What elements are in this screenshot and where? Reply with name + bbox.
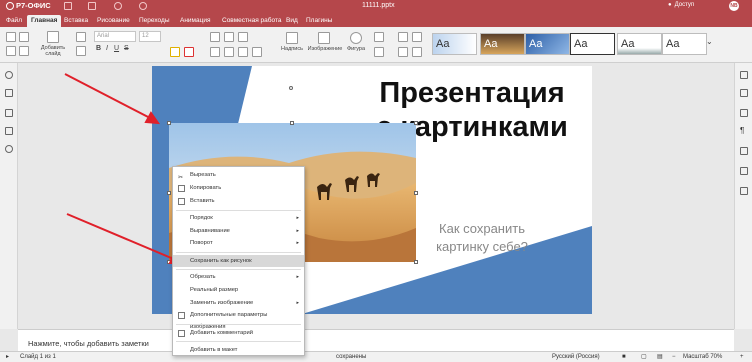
- menu-separator: [176, 324, 301, 325]
- menu-item-save-as-picture[interactable]: Сохранить как рисунок: [173, 255, 304, 267]
- image-settings-icon: [178, 312, 185, 319]
- menu-item-actual-size[interactable]: Реальный размер: [173, 284, 304, 296]
- fit-slide-icon[interactable]: ▢: [641, 352, 647, 362]
- comment-icon: [178, 330, 185, 337]
- menu-item-crop[interactable]: Обрезать ▸: [173, 271, 304, 283]
- copy-icon: [178, 185, 185, 192]
- menu-item-rotate[interactable]: Поворот ▸: [173, 237, 304, 249]
- menu-item-add-to-layout[interactable]: Добавить в макет: [173, 344, 304, 356]
- spellcheck-icon[interactable]: ■: [622, 352, 626, 362]
- menu-item-copy[interactable]: Копировать: [173, 182, 304, 194]
- annotation-arrows: [64, 73, 185, 264]
- notes-field[interactable]: Нажмите, чтобы добавить заметки: [18, 329, 734, 351]
- slide-counter: Слайд 1 из 1: [20, 354, 56, 360]
- status-bar: ▸ Слайд 1 из 1 сохранены Русский (Россия…: [0, 351, 752, 362]
- submenu-arrow-icon: ▸: [296, 240, 299, 246]
- slides-panel-icon[interactable]: ▸: [6, 352, 9, 362]
- menu-separator: [176, 269, 301, 270]
- menu-item-order[interactable]: Порядок ▸: [173, 212, 304, 224]
- zoom-out-icon[interactable]: −: [672, 352, 676, 362]
- menu-item-paste[interactable]: Вставить: [173, 195, 304, 207]
- menu-separator: [176, 341, 301, 342]
- zoom-in-icon[interactable]: +: [740, 352, 744, 362]
- menu-separator: [176, 210, 301, 211]
- menu-separator: [176, 252, 301, 253]
- submenu-arrow-icon: ▸: [296, 228, 299, 234]
- fit-width-icon[interactable]: ▤: [657, 352, 663, 362]
- scissors-icon: ✂: [178, 175, 183, 181]
- save-status: сохранены: [336, 354, 367, 360]
- submenu-arrow-icon: ▸: [296, 300, 299, 306]
- menu-item-align[interactable]: Выравнивание ▸: [173, 225, 304, 237]
- language-select[interactable]: Русский (Россия): [552, 352, 600, 362]
- submenu-arrow-icon: ▸: [296, 274, 299, 280]
- menu-item-advanced[interactable]: Дополнительные параметры изображения: [173, 309, 304, 330]
- zoom-level: Масштаб 70%: [683, 354, 723, 360]
- context-menu: ✂ Вырезать Копировать Вставить Порядок ▸ В…: [172, 166, 305, 356]
- menu-item-replace-image[interactable]: Заменить изображение ▸: [173, 297, 304, 309]
- paste-icon: [178, 198, 185, 205]
- menu-item-add-comment[interactable]: Добавить комментарий: [173, 327, 304, 339]
- submenu-arrow-icon: ▸: [296, 215, 299, 221]
- menu-item-cut[interactable]: ✂ Вырезать: [173, 169, 304, 181]
